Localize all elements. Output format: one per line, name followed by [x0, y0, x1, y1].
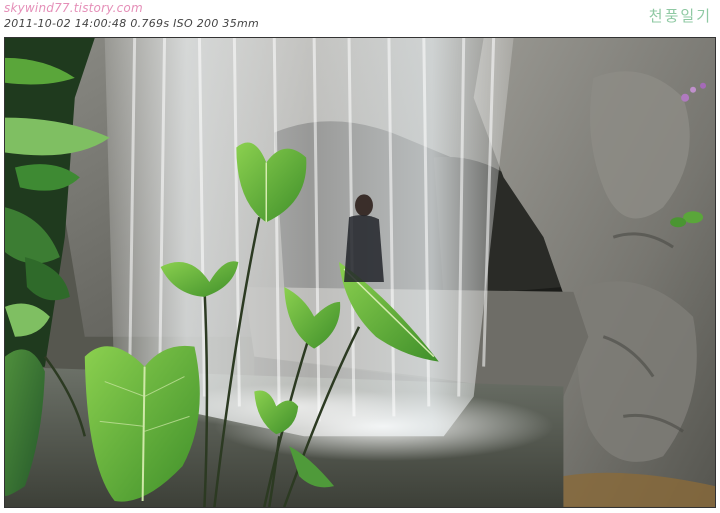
photo-frame: skywind77.tistory.com 2011-10-02 14:00:4… [0, 0, 720, 513]
exif-info: 2011-10-02 14:00:48 0.769s ISO 200 35mm [4, 17, 260, 30]
small-leaf [670, 217, 687, 228]
person-head [355, 194, 373, 217]
person-body [344, 215, 384, 282]
site-url: skywind77.tistory.com [4, 1, 143, 15]
flower [681, 93, 690, 102]
photo [4, 37, 716, 508]
flower [700, 82, 707, 89]
waterfall-scene [5, 38, 715, 507]
small-leaf [683, 211, 704, 224]
header-bar: skywind77.tistory.com 2011-10-02 14:00:4… [0, 0, 720, 36]
signature-text: 천풍일기 [648, 7, 712, 25]
flower [690, 86, 697, 93]
